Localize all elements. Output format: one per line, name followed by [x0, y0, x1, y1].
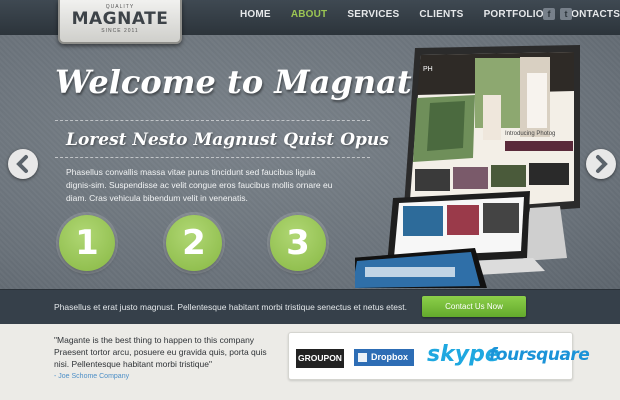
- testimonial-author[interactable]: - Joe Schome Company: [54, 373, 129, 380]
- slider-next-button[interactable]: [586, 149, 616, 179]
- arrow-right-icon: [596, 155, 608, 173]
- dropbox-label: Dropbox: [371, 352, 408, 362]
- step-three-button[interactable]: 3: [270, 215, 326, 271]
- divider: [55, 120, 370, 121]
- testimonial-section: "Magante is the best thing to happen to …: [0, 324, 620, 400]
- contact-us-button[interactable]: Contact Us Now: [422, 296, 526, 317]
- dropbox-logo[interactable]: Dropbox: [354, 349, 414, 366]
- logo-name: MAGNATE: [71, 9, 169, 29]
- groupon-logo[interactable]: GROUPON: [296, 349, 344, 368]
- cta-strip: Phasellus et erat justo magnust. Pellent…: [0, 289, 620, 324]
- step-one-button[interactable]: 1: [59, 215, 115, 271]
- facebook-icon[interactable]: f: [543, 8, 555, 20]
- device-mockup-illustration: PH Introducing Photog: [355, 45, 580, 288]
- testimonial-quote: "Magante is the best thing to happen to …: [54, 335, 267, 369]
- arrow-left-icon: [16, 155, 28, 173]
- nav-home[interactable]: HOME: [240, 9, 271, 20]
- hero-subtitle: Lorest Nesto Magnust Quist Opus: [66, 130, 389, 150]
- client-logos: GROUPON Dropbox skype foursquare: [288, 332, 590, 380]
- mockup-tagline: Introducing Photog: [505, 131, 555, 137]
- twitter-icon[interactable]: t: [560, 8, 572, 20]
- hero-slider: Welcome to Magnate Lorest Nesto Magnust …: [0, 35, 620, 289]
- cta-text: Phasellus et erat justo magnust. Pellent…: [54, 302, 407, 312]
- dropbox-icon: [358, 353, 367, 362]
- nav-clients[interactable]: CLIENTS: [419, 9, 463, 20]
- hero-description: Phasellus convallis massa vitae purus ti…: [66, 167, 333, 203]
- nav-services[interactable]: SERVICES: [347, 9, 399, 20]
- nav-portfolio[interactable]: PORTFOLIO: [484, 9, 544, 20]
- foursquare-logo[interactable]: foursquare: [489, 345, 590, 365]
- divider: [55, 157, 370, 158]
- slider-prev-button[interactable]: [8, 149, 38, 179]
- nav-about[interactable]: ABOUT: [291, 9, 328, 20]
- step-two-button[interactable]: 2: [166, 215, 222, 271]
- site-logo[interactable]: QUALITY MAGNATE SINCE 2011: [58, 0, 182, 44]
- nav-contacts[interactable]: CONTACTS: [564, 9, 620, 20]
- mockup-site-name: PH: [423, 66, 433, 73]
